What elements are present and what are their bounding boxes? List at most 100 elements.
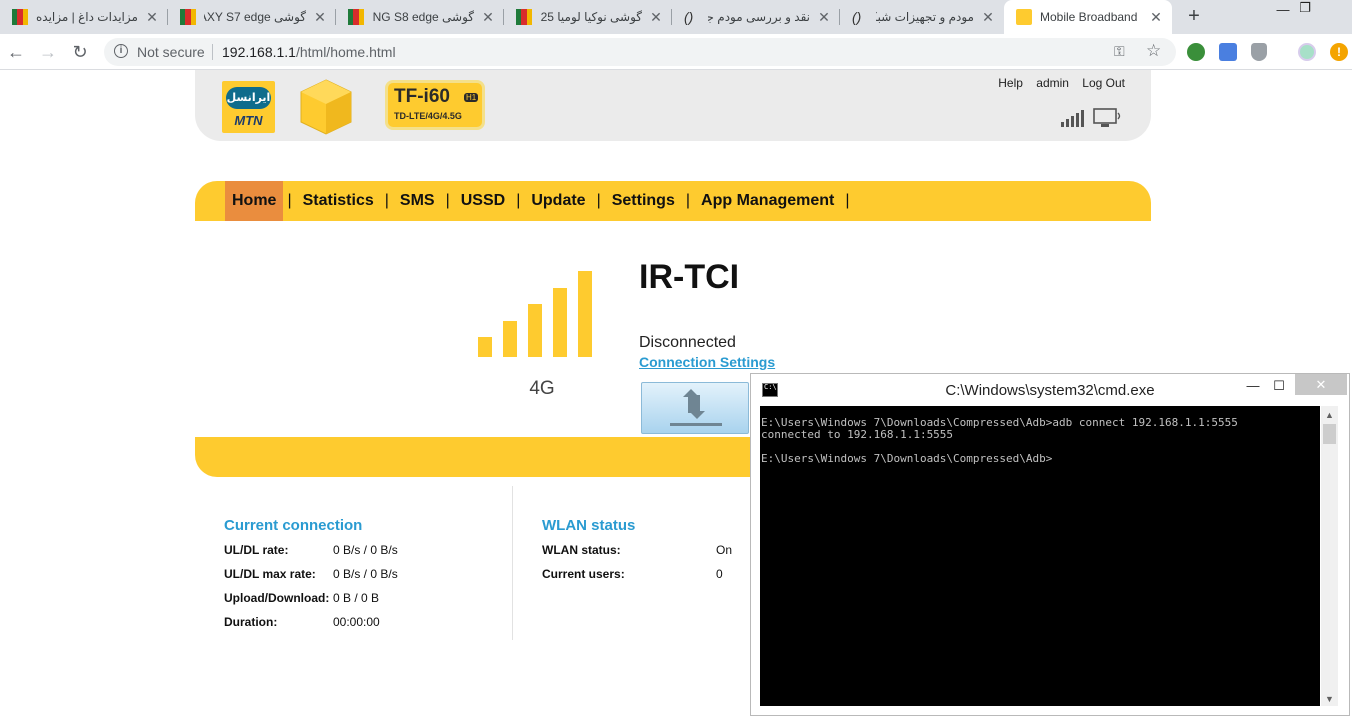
- profile-avatar[interactable]: [1298, 43, 1316, 61]
- 5g-iot-cloud-logo: [300, 79, 352, 135]
- cmd-maximize-button[interactable]: ☐: [1265, 376, 1293, 396]
- signal-bar: [578, 271, 592, 357]
- cmd-minimize-button[interactable]: —: [1239, 376, 1267, 396]
- reload-icon[interactable]: ↻: [70, 42, 90, 62]
- connection-row: Duration: 00:00:00: [224, 615, 398, 639]
- close-tab-icon[interactable]: ✕: [480, 9, 496, 26]
- connected-device-icon: [1093, 108, 1121, 127]
- cmd-title-bar[interactable]: C:\ C:\Windows\system32\cmd.exe — ☐ ✕: [751, 374, 1349, 405]
- signal-bars-graphic: [478, 271, 592, 357]
- cmd-scrollbar[interactable]: ▲ ▼: [1321, 406, 1338, 706]
- menu-item-settings[interactable]: Settings: [605, 181, 682, 221]
- security-label: Not secure: [137, 44, 205, 60]
- connection-settings-link[interactable]: Connection Settings: [639, 354, 775, 370]
- close-tab-icon[interactable]: ✕: [312, 9, 328, 26]
- flag-favicon: [348, 9, 364, 25]
- tab-title: گوشی نوکیا لومیا 925: [540, 10, 642, 24]
- menu-separator: |: [445, 192, 450, 209]
- cmd-close-button[interactable]: ✕: [1295, 374, 1347, 395]
- url-text[interactable]: 192.168.1.1/html/home.html: [222, 44, 396, 60]
- scroll-down-icon[interactable]: ▼: [1321, 694, 1338, 704]
- tab-title: مودم و تجهیزات شبکه: [876, 10, 974, 24]
- cmd-console-output[interactable]: E:\Users\Windows 7\Downloads\Compressed\…: [760, 406, 1320, 706]
- signal-bar: [503, 320, 517, 357]
- back-icon[interactable]: ←: [6, 42, 26, 62]
- connection-value: 0 B/s / 0 B/s: [333, 543, 398, 557]
- section-divider: [512, 486, 513, 640]
- bookmark-star-icon[interactable]: ☆: [1146, 41, 1161, 61]
- browser-tab[interactable]: گوشی GALAXY S7 edge ✕: [168, 0, 336, 34]
- site-favicon: (): [684, 9, 694, 25]
- scroll-up-icon[interactable]: ▲: [1321, 410, 1338, 420]
- connect-button[interactable]: [641, 382, 749, 434]
- menu-item-sms[interactable]: SMS: [393, 181, 442, 221]
- connection-value: 0 B/s / 0 B/s: [333, 567, 398, 581]
- restore-window-button[interactable]: ❐: [1282, 0, 1328, 20]
- forward-icon[interactable]: →: [38, 42, 58, 62]
- current-connection-heading: Current connection: [224, 517, 363, 534]
- menu-item-update[interactable]: Update: [524, 181, 592, 221]
- wlan-value: On: [716, 543, 733, 557]
- menu-item-statistics[interactable]: Statistics: [296, 181, 381, 221]
- browser-tab-strip: مزایدات داغ | مزایده✕گوشی GALAXY S7 edge…: [0, 0, 1352, 34]
- wlan-label: Current users:: [542, 567, 625, 581]
- close-tab-icon[interactable]: ✕: [816, 9, 832, 26]
- connection-value: 0 B / 0 B: [333, 591, 380, 605]
- menu-separator: |: [685, 192, 691, 209]
- menu-separator: |: [516, 192, 521, 209]
- cmd-window[interactable]: C:\ C:\Windows\system32\cmd.exe — ☐ ✕ E:…: [750, 373, 1350, 716]
- signal-bar: [528, 304, 542, 357]
- extension-globe-icon[interactable]: [1187, 43, 1205, 61]
- address-bar[interactable]: i Not secure 192.168.1.1/html/home.html …: [104, 38, 1176, 66]
- menu-item-home[interactable]: Home: [225, 181, 284, 221]
- flag-favicon: [12, 9, 28, 25]
- signal-strength-icon: [1061, 110, 1084, 127]
- wlan-value: 0: [716, 567, 723, 581]
- scroll-thumb[interactable]: [1323, 424, 1336, 444]
- browser-tab[interactable]: Mobile Broadband ✕: [1004, 0, 1172, 34]
- signal-bar: [478, 337, 492, 357]
- menu-separator: |: [384, 192, 389, 209]
- menu-separator: |: [845, 192, 850, 209]
- menu-item-ussd[interactable]: USSD: [454, 181, 512, 221]
- menu-item-app-management[interactable]: App Management: [694, 181, 841, 221]
- close-tab-icon[interactable]: ✕: [1148, 9, 1164, 26]
- tab-title: گوشی SAMSUNG S8 edge: [372, 10, 474, 24]
- tab-title: نقد و بررسی مودم جدید: [708, 10, 810, 24]
- connection-label: UL/DL max rate:: [224, 567, 316, 581]
- connection-status: Disconnected: [639, 334, 736, 351]
- transfer-arrows-icon: [670, 389, 722, 426]
- network-type: 4G: [529, 378, 555, 399]
- flag-favicon: [516, 9, 532, 25]
- browser-tab[interactable]: () مودم و تجهیزات شبکه ✕: [840, 0, 1004, 34]
- browser-tab[interactable]: () نقد و بررسی مودم جدید ✕: [672, 0, 840, 34]
- site-favicon: (): [852, 9, 862, 25]
- close-tab-icon[interactable]: ✕: [648, 9, 664, 26]
- router-header: ایرانسل MTN TF-i60 H1 TD-LTE/4G/4.5G Hel…: [195, 70, 1151, 141]
- update-alert-icon[interactable]: !: [1330, 43, 1348, 61]
- info-icon[interactable]: i: [114, 44, 128, 58]
- help-link[interactable]: Help: [998, 76, 1023, 90]
- connection-label: Duration:: [224, 615, 278, 629]
- browser-tab[interactable]: مزایدات داغ | مزایده ✕: [0, 0, 168, 34]
- key-icon[interactable]: ⚿: [1114, 43, 1125, 60]
- menu-separator: |: [287, 192, 292, 209]
- signal-bar: [553, 287, 567, 357]
- menu-separator: |: [596, 192, 601, 209]
- browser-tab[interactable]: گوشی SAMSUNG S8 edge ✕: [336, 0, 504, 34]
- extension-translate-icon[interactable]: [1219, 43, 1237, 61]
- wlan-status-section: WLAN status WLAN status: On Current users:…: [542, 517, 732, 591]
- new-tab-button[interactable]: +: [1184, 6, 1204, 26]
- irancell-mtn-logo: ایرانسل MTN: [222, 81, 275, 133]
- tf-i60-logo: TF-i60 H1 TD-LTE/4G/4.5G: [385, 80, 485, 130]
- browser-tab[interactable]: گوشی نوکیا لومیا 925 ✕: [504, 0, 672, 34]
- extension-shield-icon[interactable]: [1251, 43, 1267, 61]
- current-connection-section: Current connection UL/DL rate: 0 B/s / 0 …: [224, 517, 398, 639]
- wlan-row: Current users: 0: [542, 567, 732, 591]
- admin-link[interactable]: admin: [1036, 76, 1069, 90]
- browser-toolbar: ← → ↻ i Not secure 192.168.1.1/html/home…: [0, 34, 1352, 70]
- close-tab-icon[interactable]: ✕: [980, 9, 996, 26]
- close-tab-icon[interactable]: ✕: [144, 9, 160, 26]
- connection-row: UL/DL rate: 0 B/s / 0 B/s: [224, 543, 398, 567]
- logout-link[interactable]: Log Out: [1082, 76, 1125, 90]
